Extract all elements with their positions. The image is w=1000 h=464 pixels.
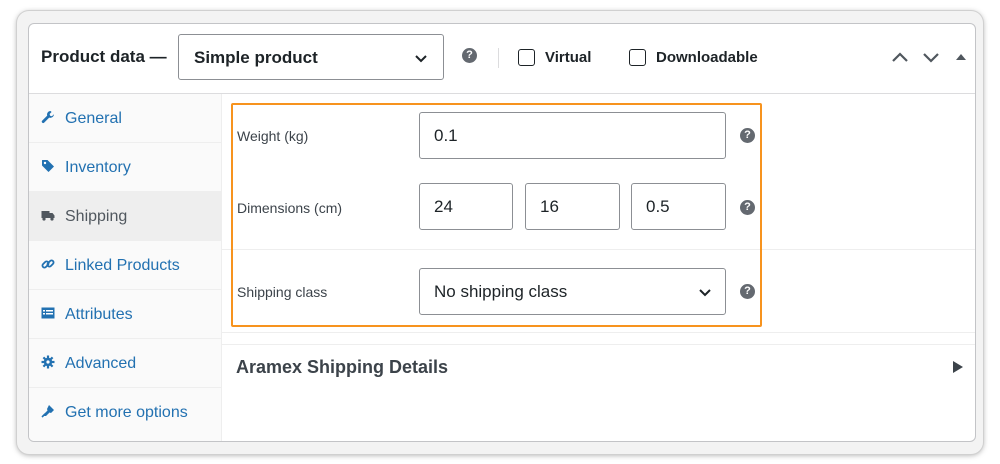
product-type-select[interactable]: Simple product xyxy=(178,34,444,80)
chevron-down-icon xyxy=(415,55,427,63)
tab-advanced[interactable]: Advanced xyxy=(29,339,222,388)
tab-general[interactable]: General xyxy=(29,94,222,143)
tab-general-label: General xyxy=(65,110,122,127)
header-separator xyxy=(498,48,499,68)
move-down-icon[interactable] xyxy=(922,50,940,64)
expand-arrow-icon[interactable] xyxy=(953,361,963,373)
section-divider xyxy=(222,332,975,333)
tag-icon xyxy=(42,160,54,172)
aramex-section-title[interactable]: Aramex Shipping Details xyxy=(236,357,448,378)
tab-linked-products-label: Linked Products xyxy=(65,257,180,274)
product-data-tabs: General Inventory Shipping Linked Produc… xyxy=(29,94,222,441)
product-type-value: Simple product xyxy=(194,48,318,67)
product-data-header: Product data — Simple product ? Virtual … xyxy=(29,24,975,94)
tab-inventory[interactable]: Inventory xyxy=(29,143,222,192)
downloadable-checkbox[interactable] xyxy=(629,49,646,66)
downloadable-label: Downloadable xyxy=(656,49,758,66)
list-icon xyxy=(41,307,55,319)
tab-advanced-label: Advanced xyxy=(65,355,137,372)
tab-shipping-label: Shipping xyxy=(65,208,128,225)
move-up-icon[interactable] xyxy=(891,50,909,64)
gear-icon xyxy=(41,355,55,369)
tab-get-more-options-label: Get more options xyxy=(65,404,188,421)
product-data-panel: Product data — Simple product ? Virtual … xyxy=(28,23,976,442)
panel-title: Product data — xyxy=(41,47,167,66)
link-icon xyxy=(41,259,55,269)
plugin-icon xyxy=(41,405,54,418)
tab-attributes-label: Attributes xyxy=(65,306,133,323)
virtual-checkbox[interactable] xyxy=(518,49,535,66)
tab-attributes[interactable]: Attributes xyxy=(29,290,222,339)
highlight-box xyxy=(231,103,762,327)
help-icon[interactable]: ? xyxy=(462,48,477,63)
section-divider xyxy=(222,344,975,345)
tab-shipping[interactable]: Shipping xyxy=(29,192,222,241)
tab-get-more-options[interactable]: Get more options xyxy=(29,388,222,437)
tab-linked-products[interactable]: Linked Products xyxy=(29,241,222,290)
collapse-toggle-icon[interactable] xyxy=(955,50,967,64)
tab-inventory-label: Inventory xyxy=(65,159,131,176)
virtual-label: Virtual xyxy=(545,49,592,66)
wrench-icon xyxy=(41,111,54,124)
truck-icon xyxy=(41,211,55,221)
